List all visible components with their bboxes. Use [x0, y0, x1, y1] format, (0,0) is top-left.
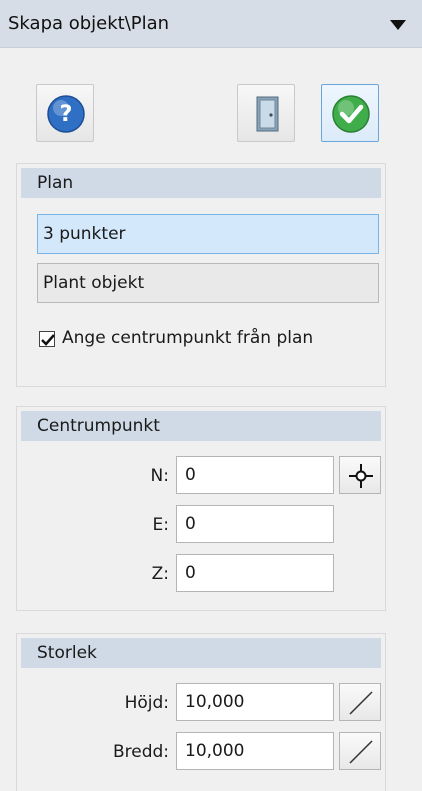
n-input[interactable]: [176, 456, 334, 494]
panel-titlebar: Skapa objekt\Plan: [0, 0, 422, 48]
center-point-group: Centrumpunkt N: E: Z:: [16, 406, 386, 611]
z-label: Z:: [151, 564, 169, 584]
option-3-punkter[interactable]: 3 punkter: [37, 214, 379, 254]
size-group-header: Storlek: [21, 638, 381, 668]
center-from-plan-label: Ange centrumpunkt från plan: [62, 328, 314, 348]
e-label: E:: [152, 515, 169, 535]
exit-button[interactable]: [237, 84, 295, 142]
panel-title: Skapa objekt\Plan: [8, 13, 170, 34]
plan-group-header: Plan: [21, 168, 381, 198]
z-input[interactable]: [176, 554, 334, 592]
option-label: 3 punkter: [43, 224, 126, 244]
measure-line-icon: [349, 691, 373, 715]
measure-width-button[interactable]: [339, 732, 381, 770]
help-icon: ?: [47, 95, 85, 133]
center-group-title: Centrumpunkt: [37, 416, 160, 436]
width-label: Bredd:: [112, 742, 169, 762]
center-from-plan-checkbox[interactable]: [39, 331, 55, 347]
e-input[interactable]: [176, 505, 334, 543]
pick-point-button[interactable]: [339, 456, 381, 494]
measure-line-icon: [349, 740, 373, 764]
svg-text:?: ?: [60, 102, 73, 127]
size-group: Storlek Höjd: Bredd:: [16, 633, 386, 791]
help-button[interactable]: ?: [36, 84, 94, 142]
measure-height-button[interactable]: [339, 683, 381, 721]
n-label: N:: [150, 466, 169, 486]
height-input[interactable]: [176, 683, 334, 721]
option-plant-objekt[interactable]: Plant objekt: [37, 263, 379, 303]
option-label: Plant objekt: [43, 273, 145, 293]
height-label: Höjd:: [124, 693, 169, 713]
crosshair-icon: [349, 464, 373, 488]
plan-group: Plan 3 punkter Plant objekt Ange centrum…: [16, 163, 386, 387]
center-group-header: Centrumpunkt: [21, 411, 381, 441]
ok-button[interactable]: [321, 84, 379, 142]
panel-menu-dropdown-icon[interactable]: [390, 20, 406, 30]
size-group-title: Storlek: [37, 643, 97, 663]
checkmark-icon: [41, 334, 55, 346]
width-input[interactable]: [176, 732, 334, 770]
plan-group-title: Plan: [37, 173, 74, 193]
checkmark-icon: [332, 95, 370, 133]
door-icon: [256, 96, 279, 132]
